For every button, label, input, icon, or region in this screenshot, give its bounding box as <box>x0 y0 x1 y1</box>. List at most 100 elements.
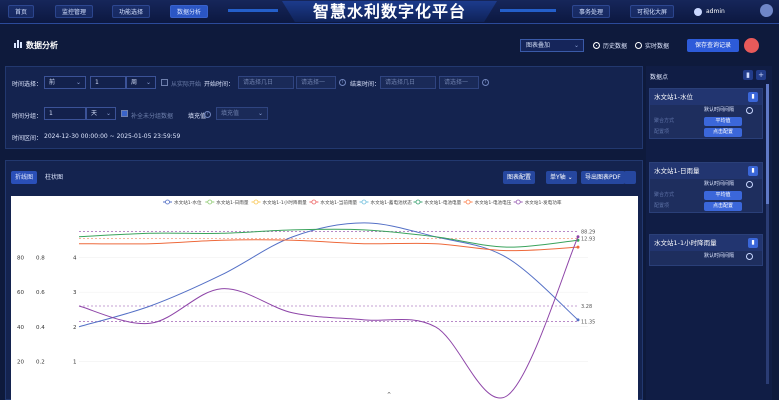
page-header: 数据分析 图表叠加 ⌄ 历史数据 实时数据 保存查询记录 <box>0 31 779 59</box>
radio-history-label: 历史数据 <box>603 43 628 50</box>
legend-label: 水文站1-水位 <box>174 199 202 206</box>
y-tick-label: 1 <box>73 359 77 365</box>
nav-dashboard[interactable]: 可视化大屏 <box>630 5 675 18</box>
nav-affairs[interactable]: 事务处理 <box>572 5 611 18</box>
user-menu[interactable]: admin <box>694 5 744 18</box>
time-unit-select[interactable]: 周 ⌄ <box>126 76 156 89</box>
data-point-panel: 数据点 ▮ + 水文站1-水位 ▮ 默认时间间隔 聚合方式 平均值 配置项 点击配置 … <box>646 66 772 400</box>
mark-label: 12.93 <box>581 237 595 243</box>
agg-select[interactable]: 平均值 <box>704 191 742 200</box>
chevron-down-icon: ⌄ <box>105 110 111 117</box>
series-endpoint <box>576 245 580 249</box>
chart-panel: 折线图 柱状图 图表配置 单Y轴 ⌄ 导出图表PDF 80 0.8 4 60 0.6 3 4… <box>5 160 643 400</box>
group-num-input[interactable]: 1 <box>44 107 86 120</box>
legend-label: 水文站1-1小时降雨量 <box>263 199 308 206</box>
agg-select[interactable]: 平均值 <box>704 117 742 126</box>
end-time-input[interactable]: 请选择一 <box>439 76 479 89</box>
legend-marker <box>165 199 170 205</box>
tab-bar-chart[interactable]: 柱状图 <box>41 171 67 184</box>
settings-icon[interactable] <box>744 38 759 53</box>
chevron-down-icon: ⌄ <box>257 110 263 117</box>
time-group-label: 时间分组： <box>12 113 43 120</box>
time-select-label: 时间选择： <box>12 81 43 88</box>
legend-marker <box>253 199 259 205</box>
fill-value-placeholder: 填充值 <box>221 110 240 117</box>
time-range-label: 时间区间： <box>12 135 43 142</box>
fill-value-select[interactable]: 填充值 ⌄ <box>216 107 268 120</box>
trash-icon[interactable]: ▮ <box>748 166 758 176</box>
from-real-start-checkbox[interactable] <box>161 79 168 86</box>
time-range-value: 2024-12-30 00:00:00 ~ 2025-01-05 23:59:5… <box>44 133 181 140</box>
settings-icon[interactable] <box>624 171 636 184</box>
station-time: 默认时间间隔 <box>704 253 735 259</box>
time-unit-value: 周 <box>131 79 138 86</box>
chat-icon[interactable] <box>760 4 773 17</box>
from-real-start-label: 从实际开始 <box>171 81 202 88</box>
tab-line-chart[interactable]: 折线图 <box>11 171 38 184</box>
radio-dot-checked <box>593 42 600 49</box>
chart-mode-value: 图表叠加 <box>526 42 551 49</box>
series-endpoint <box>576 318 580 322</box>
y-tick-label: 0.4 <box>36 325 45 331</box>
chart-config-button[interactable]: 图表配置 <box>503 171 536 184</box>
y-tick-label: 0.8 <box>36 256 45 262</box>
save-query-button[interactable]: 保存查询记录 <box>687 39 739 52</box>
plus-icon[interactable]: + <box>756 70 766 80</box>
y-tick-label: 0.2 <box>36 359 45 365</box>
legend-label: 水文站1-当前雨量 <box>320 199 357 206</box>
chevron-down-icon: ⌄ <box>75 79 81 86</box>
radio-history[interactable]: 历史数据 <box>593 41 627 50</box>
legend-label: 水文站1-电池电压 <box>475 199 512 206</box>
chart-mode-select[interactable]: 图表叠加 ⌄ <box>520 39 584 52</box>
y-tick-label: 60 <box>17 290 24 296</box>
clock-icon[interactable] <box>746 253 753 260</box>
start-date-input[interactable]: 请选择几日 <box>238 76 294 89</box>
time-direction-select[interactable]: 前 ⌄ <box>44 76 86 89</box>
y-tick-label: 40 <box>17 325 24 331</box>
legend-label: 水文站1-蓄电池状态 <box>371 199 413 206</box>
clock-icon[interactable] <box>746 107 753 114</box>
series-line <box>78 239 579 252</box>
series-endpoint <box>576 235 580 239</box>
group-unit-select[interactable]: 天 ⌄ <box>86 107 116 120</box>
nav-home[interactable]: 首页 <box>8 5 35 18</box>
fill-missing-checkbox[interactable] <box>121 110 128 117</box>
radio-realtime[interactable]: 实时数据 <box>635 41 669 50</box>
time-direction-value: 前 <box>49 79 56 86</box>
legend-marker <box>415 199 421 205</box>
top-navbar: 首页 监控管理 功能选择 数据分析 智慧水利数字化平台 事务处理 可视化大屏 a… <box>0 0 779 24</box>
panel-scrollbar[interactable] <box>766 84 769 384</box>
chevron-down-icon: ⌄ <box>145 79 151 86</box>
trash-icon[interactable]: ▮ <box>743 70 753 80</box>
legend-marker <box>465 199 471 205</box>
radio-realtime-label: 实时数据 <box>645 43 670 50</box>
radio-dot <box>635 42 642 49</box>
legend-label: 水文站1-日雨量 <box>216 199 249 206</box>
mark-label: 3.28 <box>581 304 592 310</box>
nav-data-analysis[interactable]: 数据分析 <box>170 5 209 18</box>
nav-monitor[interactable]: 监控管理 <box>55 5 94 18</box>
time-num-input[interactable]: 1 <box>90 76 126 89</box>
info-icon[interactable]: ? <box>204 111 211 118</box>
trash-icon[interactable]: ▮ <box>748 238 758 248</box>
end-date-input[interactable]: 请选择几日 <box>380 76 436 89</box>
nav-function[interactable]: 功能选择 <box>112 5 151 18</box>
export-pdf-button[interactable]: 导出图表PDF <box>581 171 625 184</box>
data-panel-title: 数据点 <box>650 74 669 81</box>
bar-chart-icon <box>14 40 23 48</box>
start-time-input[interactable]: 请选择一 <box>296 76 336 89</box>
axis-mode-button[interactable]: 单Y轴 ⌄ <box>546 171 577 184</box>
config-button[interactable]: 点击配置 <box>704 128 742 137</box>
legend-marker <box>207 199 213 205</box>
info-icon[interactable]: i <box>482 79 489 86</box>
trash-icon[interactable]: ▮ <box>748 92 758 102</box>
series-line <box>78 228 579 248</box>
info-icon[interactable]: i <box>339 79 346 86</box>
clock-icon[interactable] <box>746 181 753 188</box>
fill-missing-label: 补全未分组数据 <box>131 113 174 120</box>
title-decoration <box>228 9 278 12</box>
chevron-up-icon[interactable]: ⌃ <box>384 390 394 400</box>
station-card: 水文站1-1小时降雨量 ▮ 默认时间间隔 <box>649 234 763 266</box>
station-card: 水文站1-水位 ▮ 默认时间间隔 聚合方式 平均值 配置项 点击配置 <box>649 88 763 139</box>
config-button[interactable]: 点击配置 <box>704 202 742 211</box>
